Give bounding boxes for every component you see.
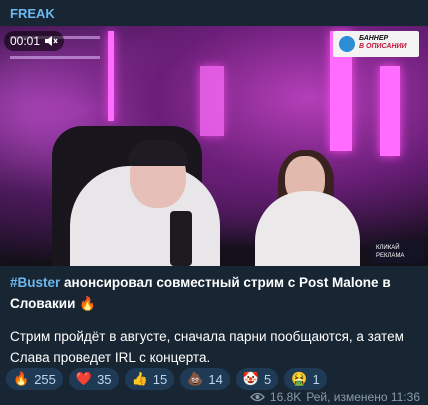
hashtag-link[interactable]: #Buster bbox=[10, 275, 60, 290]
reaction-count: 15 bbox=[152, 371, 168, 387]
reactions-bar: 🔥 255 ❤️ 35 👍 15 💩 14 🤡 5 🤮 1 bbox=[6, 368, 327, 390]
reaction-vomit[interactable]: 🤮 1 bbox=[284, 368, 327, 390]
microphone bbox=[170, 211, 192, 266]
banner-overlay: БАННЕР В ОПИСАНИИ bbox=[333, 31, 419, 57]
vomit-icon: 🤮 bbox=[291, 371, 308, 386]
promo-line2: РЕКЛАМА bbox=[376, 253, 405, 259]
shelf-decor bbox=[10, 56, 100, 59]
banner-line2: В ОПИСАНИИ bbox=[359, 43, 407, 50]
video-player[interactable] bbox=[0, 26, 428, 266]
channel-name[interactable]: FREAK bbox=[10, 6, 55, 21]
banner-logo-icon bbox=[339, 36, 355, 52]
promo-overlay: КЛИКАЙ РЕКЛАМА bbox=[372, 241, 424, 263]
channel-post: FREAK 00:01 БАННЕР В ОПИСАНИИ КЛИКАЙ РЕК… bbox=[0, 0, 428, 405]
reaction-count: 1 bbox=[312, 371, 320, 387]
reaction-count: 255 bbox=[34, 371, 56, 387]
view-count: 16.8K bbox=[269, 390, 302, 404]
poop-icon: 💩 bbox=[187, 371, 204, 386]
post-body: Стрим пройдёт в августе, сначала парни п… bbox=[10, 329, 404, 365]
reaction-count: 14 bbox=[208, 371, 223, 387]
streamer-cap bbox=[128, 140, 188, 166]
heart-icon: ❤️ bbox=[75, 371, 93, 386]
eye-icon bbox=[250, 392, 265, 402]
video-timestamp-badge[interactable]: 00:01 bbox=[4, 31, 65, 51]
reaction-clown[interactable]: 🤡 5 bbox=[235, 368, 279, 390]
neon-light bbox=[380, 66, 400, 156]
banner-line1: БАННЕР bbox=[359, 35, 389, 42]
video-timestamp: 00:01 bbox=[10, 34, 41, 48]
reaction-thumbs-up[interactable]: 👍 15 bbox=[124, 368, 175, 390]
post-meta: 16.8K Рей, изменено 11:36 bbox=[250, 390, 420, 404]
thumbs-up-icon: 👍 bbox=[131, 371, 148, 386]
reaction-poop[interactable]: 💩 14 bbox=[180, 368, 230, 390]
neon-light bbox=[108, 31, 114, 121]
guest-body bbox=[255, 191, 360, 266]
clown-icon: 🤡 bbox=[242, 371, 260, 386]
promo-line1: КЛИКАЙ bbox=[376, 245, 400, 251]
reaction-fire[interactable]: 🔥 255 bbox=[6, 368, 63, 390]
fire-icon: 🔥 bbox=[13, 371, 30, 386]
edited-timestamp: Рей, изменено 11:36 bbox=[306, 390, 420, 404]
reaction-count: 35 bbox=[97, 371, 112, 387]
reaction-heart[interactable]: ❤️ 35 bbox=[68, 368, 119, 390]
post-title-text: анонсировал совместный стрим с Post Malo… bbox=[10, 275, 391, 311]
post-title: #Buster анонсировал совместный стрим с P… bbox=[10, 272, 420, 314]
muted-speaker-icon bbox=[45, 36, 58, 46]
neon-light bbox=[200, 66, 224, 136]
reaction-count: 5 bbox=[264, 371, 272, 387]
